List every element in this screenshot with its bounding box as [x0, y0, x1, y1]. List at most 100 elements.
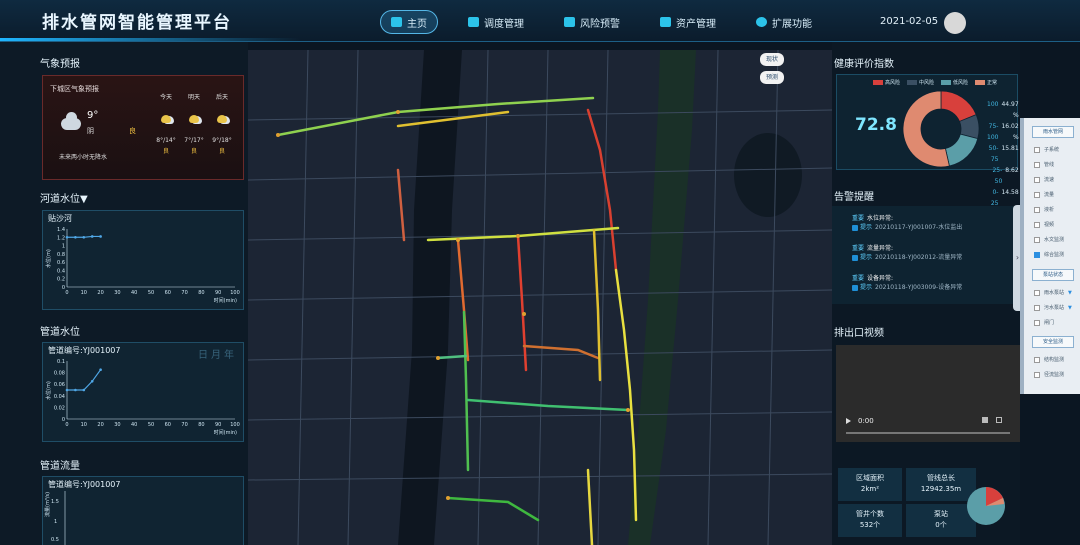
- pipe-level-card: 管道编号:YJ001007 日月年 0 0.02 0.04 0.06 0.08 0.1 0 1…: [42, 342, 244, 442]
- nav-extensions[interactable]: 扩展功能: [746, 10, 822, 34]
- layer-checkbox[interactable]: 液析: [1034, 206, 1054, 213]
- layer-checkbox[interactable]: 径流监测: [1034, 371, 1064, 378]
- checkbox: [1034, 236, 1040, 243]
- donut-slice: [944, 133, 979, 167]
- user-avatar[interactable]: [944, 12, 966, 34]
- y-tick-label: 0.06: [54, 382, 65, 388]
- layer-checkbox[interactable]: 闸门: [1034, 319, 1054, 326]
- flow-ytick: 0.5: [51, 537, 59, 543]
- x-tick-label: 50: [148, 422, 154, 428]
- x-tick-label: 100: [230, 290, 240, 296]
- forecast-today: 今天 8°/14° 良: [156, 94, 176, 155]
- current-condition: 阴: [87, 127, 94, 135]
- y-tick-label: 0.6: [57, 260, 65, 266]
- nav-assets[interactable]: 资产管理: [650, 10, 726, 34]
- data-point: [82, 235, 86, 239]
- checkbox: [1034, 371, 1040, 378]
- x-tick-label: 60: [165, 422, 171, 428]
- nav-home[interactable]: 主页: [380, 10, 438, 34]
- alarm-item[interactable]: 重要 设备异常: 提示 20210118-YJ003009-设备异常: [852, 274, 962, 292]
- y-tick-label: 0.8: [57, 252, 65, 258]
- health-table: 100 44.97 % 75-100 16.02 % 50-75 15.81 25-5…: [987, 99, 1019, 209]
- video-time: 0:00: [858, 417, 874, 425]
- checkbox: [1034, 161, 1040, 168]
- pipe-flow-card: 管道编号:YJ001007 流量(m³/s) 1.5 1 0.5: [42, 476, 244, 545]
- dispatch-icon: [468, 17, 479, 27]
- nav-risk[interactable]: 风险预警: [554, 10, 630, 34]
- x-tick-label: 30: [114, 422, 120, 428]
- health-score: 72.8: [855, 115, 897, 135]
- layer-group-rain-network[interactable]: 雨水管网: [1032, 126, 1074, 138]
- y-axis-label: 水位(m): [45, 381, 52, 400]
- layer-checkbox[interactable]: 流量: [1034, 191, 1054, 198]
- alarm-icon: [564, 17, 575, 27]
- forecast-button[interactable]: 预测: [760, 71, 784, 84]
- app-title: 排水管网智能管理平台: [42, 13, 232, 33]
- checkbox: [1034, 206, 1040, 213]
- lake-shape: [734, 133, 802, 217]
- alarm-list: 重要 水位异常: 提示 20210117-YJ001007-水位监出 重要 流量异常:…: [832, 206, 1020, 304]
- river-level-chart: 00.20.40.60.811.21.40 10 20 30 40 50 60 70 80 90 1…: [45, 227, 240, 304]
- play-icon[interactable]: [846, 418, 851, 424]
- river-level-title[interactable]: 河道水位▼: [40, 190, 88, 205]
- x-tick-label: 50: [148, 290, 154, 296]
- layer-checkbox[interactable]: 结构监测: [1034, 356, 1064, 363]
- checkbox: [1034, 191, 1040, 198]
- data-point: [82, 388, 86, 392]
- video-progress-bar[interactable]: [846, 432, 1010, 434]
- x-tick-label: 20: [97, 422, 103, 428]
- fullscreen-icon[interactable]: [996, 417, 1002, 423]
- volume-icon[interactable]: [982, 417, 988, 423]
- layer-checkbox[interactable]: 子系统: [1034, 146, 1059, 153]
- layer-group-pump-status[interactable]: 泵站状态: [1032, 269, 1074, 281]
- x-tick-label: 100: [230, 422, 240, 428]
- data-point: [74, 235, 77, 239]
- rain-forecast-note: 未来两小时无降水: [59, 154, 108, 161]
- header-decoration: [0, 38, 300, 41]
- x-tick-label: 10: [81, 290, 87, 296]
- data-point: [90, 380, 94, 383]
- pipe-network-map[interactable]: 现状 预测: [248, 50, 832, 545]
- layer-checkbox[interactable]: 水文监测: [1034, 236, 1064, 243]
- y-tick-label: 0.2: [57, 277, 65, 283]
- partly-cloudy-icon: [161, 115, 171, 123]
- weather-card: 下城区气象预报 9° 阴 良 未来两小时无降水 今天 8°/14° 良 明天 7…: [42, 75, 244, 180]
- layer-checkbox[interactable]: 管线: [1034, 161, 1054, 168]
- video-section-title: 排出口视频: [834, 328, 884, 339]
- nav-dispatch[interactable]: 调度管理: [458, 10, 534, 34]
- alarm-item[interactable]: 重要 水位异常: 提示 20210117-YJ001007-水位监出: [852, 214, 962, 232]
- river-level-card: 贴沙河 0 0.2 0.4 0.6 0.8 1 1.2 1.4 0 10 20 30 40 50 60 70 8…: [42, 210, 244, 310]
- health-row: 75-100 16.02 %: [987, 123, 1019, 141]
- outfall-video-player[interactable]: 0:00: [836, 345, 1020, 442]
- checkbox-checked: [1034, 251, 1040, 258]
- plus-icon: [756, 17, 767, 27]
- x-tick-label: 20: [97, 290, 103, 296]
- layer-checkbox[interactable]: 综合监测: [1034, 251, 1064, 258]
- layer-checkbox[interactable]: 视频: [1034, 221, 1054, 228]
- pipe-level-title: 管道水位: [40, 327, 80, 338]
- checkbox: [1034, 221, 1040, 228]
- map-canvas[interactable]: [248, 50, 832, 545]
- x-tick-label: 90: [215, 290, 221, 296]
- layer-control-panel: 雨水管网 子系统 管线 流速 流量 液析 视频 水文监测 综合监测 泵站状态 雨…: [1020, 118, 1080, 394]
- green-belt: [628, 50, 696, 545]
- pipe-flow-chart: 流量(m³/s) 1.5 1 0.5: [44, 491, 66, 545]
- layer-checkbox[interactable]: 流速: [1034, 176, 1054, 183]
- legend-low-risk: 低风险: [941, 79, 968, 86]
- stat-well-count: 管井个数 532个: [838, 504, 902, 537]
- flow-ylabel: 流量(m³/s): [44, 492, 51, 517]
- health-donut-chart: [902, 90, 980, 168]
- layer-checkbox[interactable]: 污水泵站 ▼: [1034, 304, 1072, 311]
- warning-icon: [852, 254, 858, 261]
- legend-high-risk: 高风险: [873, 79, 900, 86]
- alarm-item[interactable]: 重要 流量异常: 提示 20210118-YJ002012-流量异常: [852, 244, 962, 262]
- x-tick-label: 30: [114, 290, 120, 296]
- x-tick-label: 40: [131, 422, 137, 428]
- layer-checkbox[interactable]: 雨水泵站 ▼: [1034, 289, 1072, 296]
- main-nav: 主页 调度管理 风险预警 资产管理 扩展功能: [380, 10, 822, 34]
- alarm-section-title: 告警提醒: [834, 192, 874, 203]
- x-axis-label: 时间(min): [214, 429, 237, 436]
- data-point: [65, 235, 69, 239]
- layer-group-safety[interactable]: 安全监测: [1032, 336, 1074, 348]
- current-state-button[interactable]: 现状: [760, 53, 784, 66]
